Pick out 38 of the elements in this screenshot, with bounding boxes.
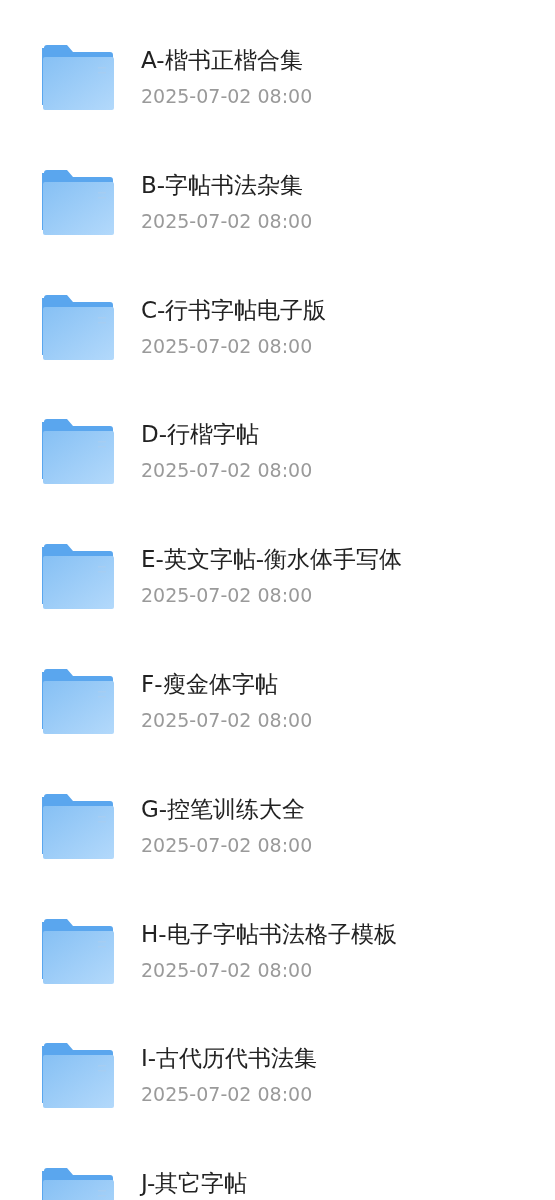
folder-name: G-控笔训练大全 (141, 794, 307, 824)
folder-icon (42, 169, 114, 236)
folder-name: B-字帖书法杂集 (141, 170, 305, 200)
folder-name: H-电子字帖书法格子模板 (141, 919, 397, 949)
folder-name: J-其它字帖 (141, 1169, 248, 1199)
modified-date: 2025-07-02 08:00 (141, 708, 313, 732)
folder-row[interactable]: C-行书字帖电子版 2025-07-02 08:00 (0, 294, 555, 420)
folder-name: C-行书字帖电子版 (141, 295, 327, 325)
folder-icon (42, 669, 114, 735)
folder-row[interactable]: B-字帖书法杂集 2025-07-02 08:00 (0, 169, 555, 295)
folder-row[interactable]: E-英文字帖-衡水体手写体 2025-07-02 08:00 (0, 544, 555, 669)
folder-icon (42, 294, 114, 361)
folder-row[interactable]: J-其它字帖 (0, 1168, 555, 1200)
folder-icon (42, 918, 114, 985)
folder-icon (42, 1043, 114, 1110)
folder-row[interactable]: G-控笔训练大全 2025-07-02 08:00 (0, 793, 555, 919)
folder-row[interactable]: F-瘦金体字帖 2025-07-02 08:00 (0, 669, 555, 794)
folder-row[interactable]: H-电子字帖书法格子模板 2025-07-02 08:00 (0, 918, 555, 1044)
modified-date: 2025-07-02 08:00 (141, 583, 314, 608)
modified-date: 2025-07-02 08:00 (141, 333, 314, 358)
folder-icon (42, 793, 114, 860)
folder-name: A-楷书正楷合集 (141, 46, 304, 75)
folder-row[interactable]: I-古代历代书法集 2025-07-02 08:00 (0, 1043, 555, 1169)
folder-icon (42, 544, 114, 611)
folder-name: E-英文字帖-衡水体手写体 (141, 545, 403, 575)
modified-date: 2025-07-02 08:00 (141, 1082, 314, 1107)
folder-row[interactable]: D-行楷字帖 2025-07-02 08:00 (0, 419, 555, 545)
folder-name: D-行楷字帖 (141, 420, 260, 450)
folder-name: F-瘦金体字帖 (141, 670, 279, 699)
modified-date: 2025-07-02 08:00 (141, 458, 313, 483)
folder-icon (42, 45, 114, 111)
modified-date: 2025-07-02 08:00 (141, 84, 313, 108)
modified-date: 2025-07-02 08:00 (141, 208, 313, 233)
folder-row[interactable]: A-楷书正楷合集 2025-07-02 08:00 (0, 45, 555, 170)
modified-date: 2025-07-02 08:00 (141, 957, 314, 982)
folder-icon (42, 419, 114, 486)
modified-date: 2025-07-02 08:00 (141, 832, 313, 857)
folder-name: I-古代历代书法集 (141, 1044, 318, 1074)
